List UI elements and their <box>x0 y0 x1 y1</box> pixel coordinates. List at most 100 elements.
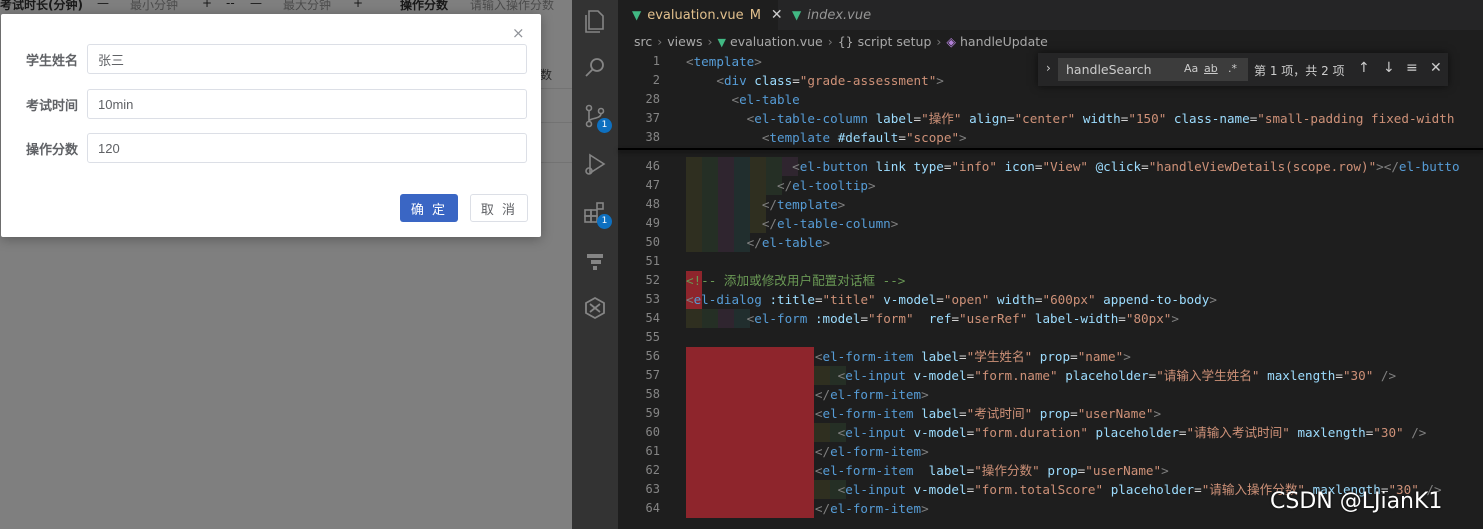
code-token: el-tooltip <box>792 178 868 193</box>
code-token: "请输入考试时间" <box>1186 425 1290 440</box>
function-icon: ◈ <box>946 34 957 49</box>
tab-index-vue[interactable]: ▼ index.vue <box>778 0 898 30</box>
code-token: = <box>1006 111 1015 126</box>
code-token: "open" <box>943 292 990 307</box>
operation-score-label: 操作分数 <box>25 143 78 158</box>
code-token: el-button <box>799 159 868 174</box>
breadcrumb-src[interactable]: src <box>634 34 652 49</box>
code-token: "30" <box>1342 368 1374 383</box>
code-token: = <box>814 292 823 307</box>
code-token: @click <box>1095 159 1142 174</box>
chevron-right-icon: › <box>936 34 942 49</box>
close-icon[interactable]: × <box>512 26 525 41</box>
code-token: = <box>913 111 922 126</box>
code-token: "form.totalScore" <box>974 482 1104 497</box>
extensions-icon[interactable]: 1 <box>581 198 612 229</box>
code-token: </ <box>761 216 777 231</box>
extension-plugin-icon[interactable] <box>581 294 609 322</box>
line-number: 28 <box>645 92 660 106</box>
code-token: < <box>814 406 823 421</box>
form-item-student-name: 学生姓名 <box>1 44 541 74</box>
code-token: > <box>837 197 846 212</box>
chevron-right-icon: › <box>827 34 833 49</box>
code-token: > <box>822 235 831 250</box>
code-token: div <box>723 73 747 88</box>
find-in-selection-icon[interactable]: ≡ <box>1406 60 1418 76</box>
code-token: el-form-item <box>830 387 922 402</box>
code-token: </ <box>777 178 793 193</box>
breadcrumb-file[interactable]: evaluation.vue <box>730 34 823 49</box>
code-token: icon <box>1004 159 1035 174</box>
code-token: </ <box>761 197 777 212</box>
line-number: 48 <box>645 197 660 211</box>
code-token: template <box>693 54 755 69</box>
code-token: "View" <box>1042 159 1089 174</box>
cancel-button[interactable]: 取 消 <box>470 194 528 222</box>
code-token: < <box>814 349 823 364</box>
vue-file-icon: ▼ <box>632 8 642 22</box>
breadcrumb-views[interactable]: views <box>667 34 702 49</box>
find-input[interactable] <box>1058 58 1248 81</box>
breadcrumb-function[interactable]: handleUpdate <box>960 34 1048 49</box>
explorer-icon[interactable] <box>581 6 609 34</box>
line-number: 46 <box>645 159 660 173</box>
arrow-up-icon[interactable]: ↑ <box>1358 60 1370 76</box>
code-line: </el-tooltip> <box>686 176 876 195</box>
code-token: = <box>792 73 800 88</box>
code-token: :model <box>814 311 861 326</box>
tab-evaluation-vue[interactable]: ▼ evaluation.vue M ✕ <box>618 0 783 30</box>
code-token: "80px" <box>1125 311 1172 326</box>
code-token: type <box>913 159 944 174</box>
run-debug-icon[interactable] <box>581 150 609 178</box>
code-token: "scope" <box>905 130 960 145</box>
match-case-toggle[interactable]: Aa <box>1184 62 1198 75</box>
code-token: "学生姓名" <box>966 349 1033 364</box>
code-token: > <box>921 387 929 402</box>
code-token: "title" <box>822 292 876 307</box>
code-line: </el-form-item> <box>686 385 929 404</box>
code-token: = <box>1178 425 1187 440</box>
line-number: 38 <box>645 130 660 144</box>
code-token: label-width <box>1034 311 1119 326</box>
code-line: <div class="grade-assessment"> <box>686 71 944 90</box>
code-token: > <box>890 216 899 231</box>
operation-score-input[interactable] <box>87 133 527 163</box>
tab-index-label: index.vue <box>807 8 872 23</box>
line-number: 49 <box>645 216 660 230</box>
code-line: <template #default="scope"> <box>686 128 967 147</box>
code-token: > <box>1123 349 1131 364</box>
code-token: el-form-item <box>830 501 922 516</box>
remote-explorer-icon[interactable] <box>581 246 609 274</box>
code-line: <el-table <box>686 90 800 109</box>
close-icon[interactable]: ✕ <box>1430 60 1442 76</box>
code-token: prop <box>1047 463 1078 478</box>
code-token: = <box>959 349 967 364</box>
exam-time-input[interactable] <box>87 89 527 119</box>
code-token: = <box>1141 159 1149 174</box>
regex-toggle[interactable]: .* <box>1228 62 1237 75</box>
toggle-replace-icon[interactable]: › <box>1046 61 1051 75</box>
code-token: placeholder <box>1110 482 1195 497</box>
confirm-button[interactable]: 确 定 <box>400 194 458 222</box>
breadcrumb-script-setup[interactable]: {} script setup <box>838 34 932 49</box>
code-token: "userName" <box>1085 463 1162 478</box>
source-control-icon[interactable]: 1 <box>581 102 612 133</box>
search-icon[interactable] <box>581 54 609 82</box>
whole-word-toggle[interactable]: ab <box>1204 62 1218 75</box>
code-line: <el-form-item label="考试时间" prop="userNam… <box>686 404 1161 423</box>
code-token: "name" <box>1077 349 1124 364</box>
arrow-down-icon[interactable]: ↓ <box>1383 60 1395 76</box>
student-name-input[interactable] <box>87 44 527 74</box>
